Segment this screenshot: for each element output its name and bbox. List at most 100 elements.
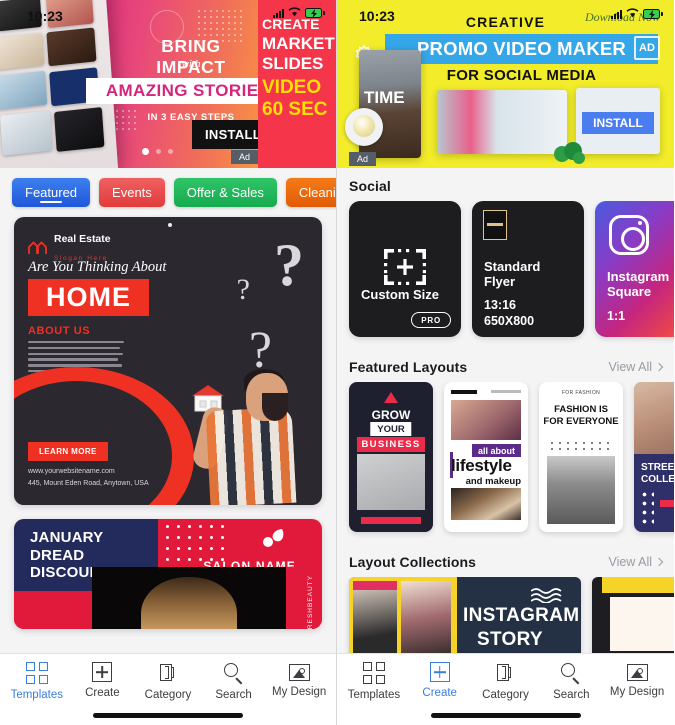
signal-icon	[273, 8, 284, 18]
layout-line1: STREETWEA	[641, 462, 674, 473]
ad-side-line4: VIDEO	[262, 77, 322, 98]
right-content-scroll[interactable]: Social Custom Size PRO Standard Flyer 13…	[337, 168, 674, 653]
wifi-icon	[288, 7, 301, 17]
lifestyle-makeup-layout[interactable]: all about lifestyle and makeup	[444, 382, 528, 532]
breakfast-food-collection[interactable]: BREAKFAST	[592, 577, 674, 653]
right-ad-banner[interactable]: 10:23 CREATIVE Download Now PROMO VIDEO …	[337, 0, 674, 168]
ad-side-card[interactable]: CREATE MARKET SLIDES VIDEO 60 SEC	[258, 0, 336, 168]
nav-label: Create	[85, 687, 120, 699]
layout-collections-row[interactable]: INSTAGRAM STORY BREAKFAST	[337, 577, 674, 653]
tab-featured[interactable]: Featured	[12, 178, 91, 207]
social-section-header: Social	[337, 168, 674, 201]
side-strip-decor	[286, 567, 322, 629]
decor-dot	[168, 223, 172, 227]
salon-vertical-text: YOURFRESHBEAUTY	[307, 575, 314, 629]
nav-item-my-design[interactable]: My Design	[604, 662, 670, 703]
view-all-featured-layouts[interactable]: View All	[608, 360, 664, 374]
layout-title: lifestyle	[451, 456, 512, 475]
collection-line1: INSTAGRAM	[463, 605, 580, 626]
wave-decor	[530, 587, 567, 604]
template-highlight-box: HOME	[28, 279, 149, 316]
right-bottom-nav[interactable]: Templates Create Category Search My Desi…	[337, 653, 674, 725]
nav-label: Templates	[10, 689, 63, 701]
question-mark-decor: ?	[274, 232, 304, 298]
thumb-line1: TIME	[364, 88, 405, 107]
home-indicator	[430, 713, 581, 718]
learn-more-button[interactable]: LEARN MORE	[28, 442, 108, 461]
grid-icon	[362, 662, 385, 684]
ad-install-button[interactable]: INSTALL	[582, 112, 654, 134]
grow-your-business-layout[interactable]: GROW YOUR BUSINESS	[349, 382, 433, 532]
featured-layouts-header: Featured Layouts View All	[337, 349, 674, 382]
nav-item-create[interactable]: Create	[70, 662, 136, 703]
salon-discount-template-card[interactable]: JANUARY DREAD DISCOUNT SALON NAME YOURFR…	[14, 519, 322, 629]
card-title-line2: Flyer	[484, 274, 516, 289]
real-estate-template-card[interactable]: Real Estate Slogan Here Are You Thinking…	[14, 217, 322, 505]
plus-icon	[92, 662, 113, 682]
nav-label: Templates	[347, 689, 401, 701]
layout-brand: FOR FASHION	[561, 390, 601, 396]
tab-offer-sales[interactable]: Offer & Sales	[173, 178, 277, 207]
layout-line3: BUSINESS	[357, 437, 425, 452]
left-ad-banner[interactable]: 10:23 BRING IMPACT with AMAZING STORIES …	[0, 0, 336, 168]
ad-thumb-install[interactable]: INSTALL	[576, 88, 660, 154]
instagram-square-card[interactable]: Instagram Square 1:1	[595, 201, 674, 337]
social-card-row[interactable]: Custom Size PRO Standard Flyer 13:16 650…	[337, 201, 674, 349]
nav-item-search[interactable]: Search	[201, 662, 267, 703]
ad-promo-text: PROMO VIDEO MAKER	[417, 38, 626, 59]
card-title-line1: Instagram	[607, 269, 670, 284]
fashion-for-everyone-layout[interactable]: FOR FASHION FASHION IS FOR EVERYONE	[539, 382, 623, 532]
section-title: Layout Collections	[349, 554, 477, 570]
nav-item-templates[interactable]: Templates	[341, 662, 407, 703]
custom-size-icon	[384, 249, 426, 285]
template-section-title: ABOUT US	[28, 325, 91, 337]
nav-label: My Design	[609, 686, 665, 698]
left-bottom-nav[interactable]: Templates Create Category Search My Desi…	[0, 653, 336, 725]
collection-line2: STORY	[477, 629, 543, 650]
salon-title-line1: JANUARY	[30, 529, 104, 546]
template-list: Real Estate Slogan Here Are You Thinking…	[0, 215, 336, 653]
category-tab-strip[interactable]: Featured Events Offer & Sales Cleaning S	[0, 168, 336, 215]
brand-name: Real Estate	[54, 233, 111, 245]
nav-item-category[interactable]: Category	[135, 662, 201, 703]
ad-side-line5: 60 SEC	[262, 99, 328, 120]
battery-charging-icon	[643, 8, 663, 19]
layout-line1: FASHION IS	[554, 404, 608, 415]
ad-label-badge: Ad	[349, 152, 377, 166]
template-website: www.yourwebsitename.com	[28, 468, 115, 475]
layers-icon	[157, 662, 179, 684]
card-ratio: 13:16	[484, 298, 516, 312]
instagram-story-collection[interactable]: INSTAGRAM STORY	[349, 577, 581, 653]
ad-promo-box: PROMO VIDEO MAKER	[385, 34, 658, 64]
tab-cleaning-services[interactable]: Cleaning S	[285, 178, 336, 207]
nav-item-create[interactable]: Create	[407, 662, 473, 703]
streetwear-collection-layout[interactable]: STREETWEA COLLECTIO	[634, 382, 674, 532]
card-title-line2: Square	[607, 284, 652, 299]
ad-title: BRING IMPACT	[156, 36, 226, 77]
status-icons	[611, 8, 663, 19]
nav-label: Search	[553, 689, 590, 701]
card-ratio: 1:1	[607, 309, 626, 323]
featured-layouts-row[interactable]: GROW YOUR BUSINESS all about lifestyle a…	[337, 382, 674, 544]
tab-events[interactable]: Events	[99, 178, 165, 207]
ad-carousel-dots[interactable]	[142, 148, 173, 155]
template-heading: Are You Thinking About	[28, 259, 167, 275]
nav-item-category[interactable]: Category	[473, 662, 539, 703]
ad-social-text: FOR SOCIAL MEDIA	[446, 67, 597, 84]
standard-flyer-card[interactable]: Standard Flyer 13:16 650X800	[472, 201, 584, 337]
nav-item-search[interactable]: Search	[538, 662, 604, 703]
tab-active-underline	[40, 200, 63, 203]
nav-item-my-design[interactable]: My Design	[266, 662, 332, 703]
instagram-icon	[609, 215, 649, 255]
ad-mark-badge: AD	[634, 36, 660, 60]
custom-size-card[interactable]: Custom Size PRO	[349, 201, 461, 337]
layout-collections-header: Layout Collections View All	[337, 544, 674, 577]
status-time: 10:23	[359, 8, 395, 24]
view-all-layout-collections[interactable]: View All	[608, 555, 664, 569]
card-size: 650X800	[484, 314, 535, 328]
salon-title-line2: DREAD	[30, 546, 85, 564]
nav-item-templates[interactable]: Templates	[4, 662, 70, 703]
layout-subtitle: and makeup	[465, 476, 521, 487]
nav-label: My Design	[272, 686, 327, 698]
nav-label: Category	[144, 689, 192, 701]
